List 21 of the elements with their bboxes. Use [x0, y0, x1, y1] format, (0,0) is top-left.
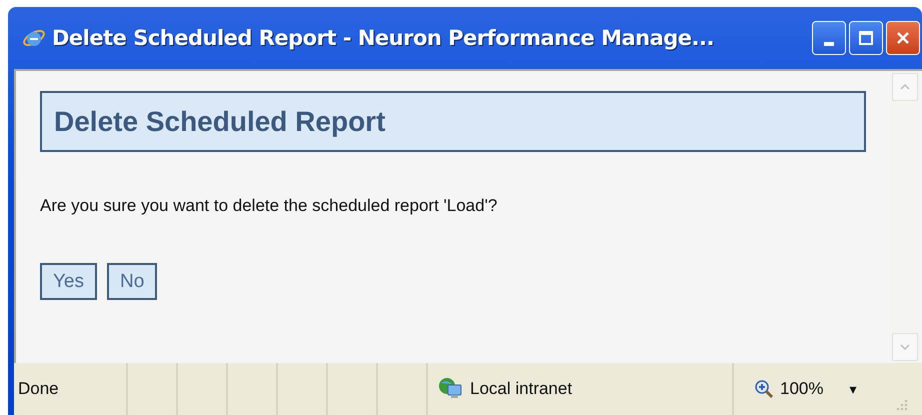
minimize-button[interactable] [812, 21, 846, 55]
close-icon [895, 30, 911, 46]
vertical-scrollbar[interactable] [890, 71, 920, 363]
confirmation-message: Are you sure you want to delete the scheduled report 'Load'? [40, 196, 498, 216]
security-zone-label: Local intranet [470, 379, 572, 399]
resize-grip-icon[interactable] [896, 399, 908, 411]
status-text: Done [18, 379, 59, 399]
network-globe-icon [438, 377, 464, 401]
confirm-button[interactable]: Yes [40, 263, 97, 300]
scroll-up-button[interactable] [892, 73, 918, 101]
cancel-button[interactable]: No [107, 263, 158, 300]
minimize-icon [824, 42, 834, 46]
scroll-down-button[interactable] [892, 333, 918, 361]
zoom-level[interactable]: 100% [780, 379, 824, 399]
zoom-magnifier-icon [754, 379, 774, 399]
maximize-button[interactable] [849, 21, 883, 55]
dialog-heading: Delete Scheduled Report [40, 91, 866, 152]
zoom-dropdown-arrow[interactable]: ▾ [849, 381, 856, 397]
close-button[interactable] [886, 21, 920, 55]
window-title: Delete Scheduled Report - Neuron Performance Manage... [52, 26, 714, 50]
maximize-icon [858, 30, 874, 46]
